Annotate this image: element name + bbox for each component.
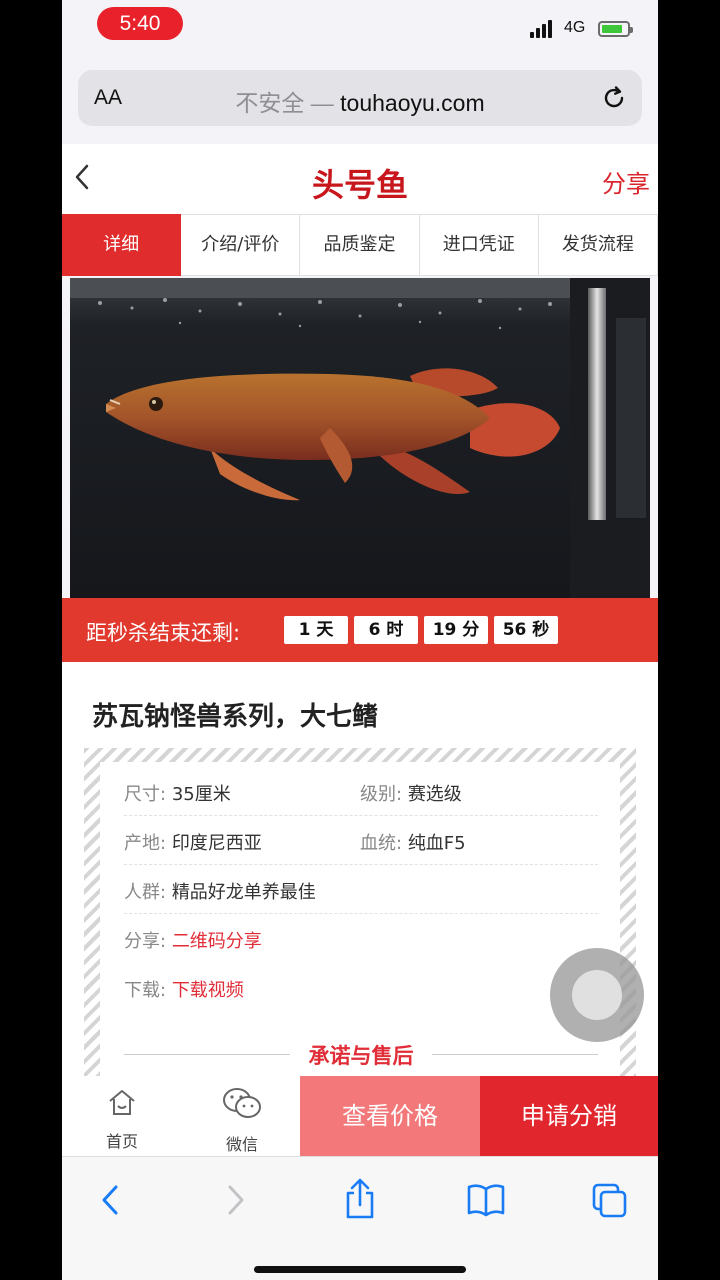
audience-key: 人群: xyxy=(124,882,167,903)
bottom-action-bar: 首页 微信 查看价格 申请分销 xyxy=(62,1076,658,1156)
spec-row-share: 分享: 二维码分享 xyxy=(124,915,598,963)
download-video-link[interactable]: 下载视频 xyxy=(172,980,244,1001)
browser-toolbar xyxy=(62,1156,658,1280)
browser-forward-icon[interactable] xyxy=(220,1181,250,1219)
battery-icon xyxy=(598,21,633,37)
countdown-minutes: 19 分 xyxy=(424,616,488,644)
product-photo xyxy=(70,278,650,598)
apply-distribution-button[interactable]: 申请分销 xyxy=(480,1076,658,1156)
tab-import-certificate[interactable]: 进口凭证 xyxy=(419,214,539,276)
assistive-touch-button[interactable] xyxy=(550,948,644,1042)
spec-row-origin-lineage: 产地: 印度尼西亚 血统: 纯血F5 xyxy=(124,817,598,865)
url-domain: touhaoyu.com xyxy=(340,90,485,116)
phone-screen: 5:40 4G AA 不安全 — touhaoyu.com 头号鱼 分享 详细 … xyxy=(62,0,658,1280)
lineage-key: 血统: xyxy=(360,833,403,854)
spec-row-download: 下载: 下载视频 xyxy=(124,964,598,1012)
countdown-days: 1 天 xyxy=(284,616,348,644)
bookmarks-icon[interactable] xyxy=(466,1181,506,1217)
network-type: 4G xyxy=(564,19,586,36)
reload-icon[interactable] xyxy=(600,84,628,112)
share-sheet-icon[interactable] xyxy=(342,1177,378,1221)
promise-heading: 承诺与售后 xyxy=(308,1044,414,1068)
size-key: 尺寸: xyxy=(124,784,167,805)
insecure-label: 不安全 — xyxy=(235,90,334,116)
qr-share-link[interactable]: 二维码分享 xyxy=(172,931,262,952)
spec-card: 尺寸: 35厘米 级别: 赛选级 产地: 印度尼西亚 血统: 纯血F5 人群: … xyxy=(84,748,636,1078)
app-header: 头号鱼 分享 xyxy=(62,144,658,214)
wechat-button[interactable]: 微信 xyxy=(182,1076,302,1156)
status-time: 5:40 xyxy=(97,7,183,40)
status-bar: 5:40 4G xyxy=(62,0,658,50)
home-label: 首页 xyxy=(105,1132,138,1151)
origin-value: 印度尼西亚 xyxy=(171,833,262,854)
promise-divider: 承诺与售后 xyxy=(124,1038,598,1068)
spec-row-size-grade: 尺寸: 35厘米 级别: 赛选级 xyxy=(124,768,598,816)
address-bar[interactable]: AA 不安全 — touhaoyu.com xyxy=(78,70,642,126)
tab-bar: 详细 介绍/评价 品质鉴定 进口凭证 发货流程 xyxy=(62,214,658,276)
share-button[interactable]: 分享 xyxy=(602,164,650,199)
countdown-seconds: 56 秒 xyxy=(494,616,558,644)
share-key: 分享: xyxy=(124,931,167,952)
home-indicator xyxy=(254,1266,466,1273)
tab-intro-review[interactable]: 介绍/评价 xyxy=(181,214,301,276)
view-price-button[interactable]: 查看价格 xyxy=(300,1076,480,1156)
wechat-icon xyxy=(223,1088,261,1118)
home-button[interactable]: 首页 xyxy=(62,1076,182,1156)
spec-row-audience: 人群: 精品好龙单养最佳 xyxy=(124,866,598,914)
countdown-hours: 6 时 xyxy=(354,616,418,644)
origin-key: 产地: xyxy=(124,833,167,854)
product-title: 苏瓦钠怪兽系列，大七鳍 xyxy=(92,702,379,732)
countdown-label: 距秒杀结束还剩: xyxy=(86,621,241,645)
size-value: 35厘米 xyxy=(171,784,231,805)
tab-detail[interactable]: 详细 xyxy=(62,214,182,276)
signal-icon xyxy=(530,20,558,38)
url-field[interactable]: 不安全 — touhaoyu.com xyxy=(78,84,642,118)
tab-shipping[interactable]: 发货流程 xyxy=(538,214,658,276)
page-title: 头号鱼 xyxy=(311,166,408,204)
tabs-icon[interactable] xyxy=(590,1181,630,1221)
home-icon xyxy=(109,1090,135,1115)
download-key: 下载: xyxy=(124,980,167,1001)
spec-card-body: 尺寸: 35厘米 级别: 赛选级 产地: 印度尼西亚 血统: 纯血F5 人群: … xyxy=(100,762,620,1078)
audience-value: 精品好龙单养最佳 xyxy=(171,882,316,903)
lineage-value: 纯血F5 xyxy=(407,833,466,854)
tab-quality[interactable]: 品质鉴定 xyxy=(300,214,420,276)
wechat-label: 微信 xyxy=(225,1135,258,1154)
grade-value: 赛选级 xyxy=(407,784,462,805)
grade-key: 级别: xyxy=(360,784,403,805)
browser-back-icon[interactable] xyxy=(96,1181,126,1219)
flash-sale-countdown: 距秒杀结束还剩: 1 天 6 时 19 分 56 秒 xyxy=(62,598,658,662)
